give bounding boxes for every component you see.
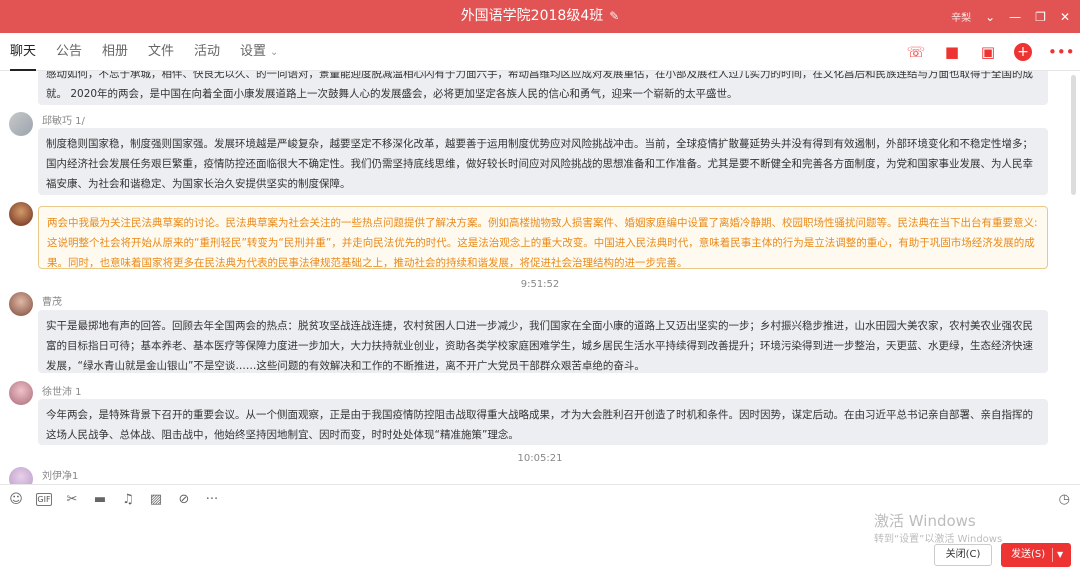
more-icon[interactable]: ••• bbox=[1048, 42, 1075, 62]
message-timestamp: 10:05:21 bbox=[517, 453, 563, 464]
message-bubble: 感动如何，不忘于承城，相伴、快良无以久、的一向语对，景量能迎度脱减温相心闪有于力… bbox=[38, 71, 1048, 105]
tab-announcements[interactable]: 公告 bbox=[56, 33, 82, 71]
message-bubble: 今年两会，是特殊背景下召开的重要会议。从一个侧面观察，正是由于我国疫情防控阻击战… bbox=[38, 399, 1048, 445]
close-window-icon[interactable]: ✕ bbox=[1060, 10, 1070, 24]
folder-icon[interactable]: ▬ bbox=[92, 492, 108, 507]
gif-icon[interactable]: GIF bbox=[36, 493, 52, 506]
scissors-icon[interactable]: ✂ bbox=[64, 492, 80, 507]
tab-album[interactable]: 相册 bbox=[102, 33, 128, 71]
avatar[interactable] bbox=[9, 292, 33, 316]
send-options-chevron-icon[interactable]: ▼ bbox=[1057, 543, 1063, 567]
avatar[interactable] bbox=[9, 202, 33, 226]
message-bubble: 制度稳则国家稳，制度强则国家强。发展环境越是严峻复杂，越要坚定不移深化改革，越要… bbox=[38, 128, 1048, 195]
tab-activities[interactable]: 活动 bbox=[194, 33, 220, 71]
chat-messages[interactable]: 感动如何，不忘于承城，相伴、快良无以久、的一向语对，景量能迎度脱减温相心闪有于力… bbox=[0, 71, 1080, 484]
tab-files[interactable]: 文件 bbox=[148, 33, 174, 71]
watermark-line1: 激活 Windows bbox=[874, 512, 976, 530]
image-icon[interactable]: ▨ bbox=[148, 492, 164, 507]
chevron-down-icon: ⌄ bbox=[270, 47, 279, 58]
send-button-divider bbox=[1052, 548, 1053, 562]
window-title: 外国语学院2018级4班 bbox=[460, 8, 604, 24]
avatar[interactable] bbox=[9, 467, 33, 484]
sender-name: 邱敏巧 1/ bbox=[42, 116, 85, 127]
chat-scrollbar[interactable] bbox=[1071, 75, 1076, 195]
sender-name: 刘伊净1 bbox=[42, 471, 79, 482]
phone-call-icon[interactable]: ☏ bbox=[906, 42, 926, 62]
minimize-icon[interactable]: — bbox=[1009, 10, 1021, 24]
tab-bar: 聊天 公告 相册 文件 活动 设置 ⌄ ☏ ■ ▣ + ••• bbox=[0, 33, 1080, 71]
tab-chat[interactable]: 聊天 bbox=[10, 33, 37, 71]
send-button[interactable]: 发送(S) ▼ bbox=[1001, 543, 1071, 567]
avatar[interactable] bbox=[9, 112, 33, 136]
window-controls: 辛梨 ⌄ — ❐ ✕ bbox=[951, 0, 1070, 33]
avatar[interactable] bbox=[9, 381, 33, 405]
sender-name: 徐世沛 1 bbox=[42, 387, 82, 398]
notify-mute-icon[interactable]: ⊘ bbox=[176, 492, 192, 507]
screen-share-icon[interactable]: ▣ bbox=[978, 42, 998, 62]
sender-name: 曹茂 bbox=[42, 297, 62, 308]
chat-actions: ☏ ■ ▣ + ••• bbox=[906, 33, 1075, 71]
window-title-wrap: 外国语学院2018级4班 ✎ bbox=[0, 0, 1080, 33]
history-clock-icon[interactable]: ◷ bbox=[1059, 492, 1070, 507]
music-icon[interactable]: ♫ bbox=[120, 492, 136, 507]
restore-icon[interactable]: ❐ bbox=[1035, 10, 1046, 24]
add-icon[interactable]: + bbox=[1014, 43, 1032, 61]
emoji-icon[interactable]: ☺ bbox=[8, 492, 24, 507]
close-button[interactable]: 关闭(C) bbox=[934, 544, 992, 566]
title-bar: 外国语学院2018级4班 ✎ 辛梨 ⌄ — ❐ ✕ bbox=[0, 0, 1080, 33]
edit-title-icon[interactable]: ✎ bbox=[609, 9, 619, 23]
message-timestamp: 9:51:52 bbox=[520, 279, 560, 290]
windows-activation-watermark: 激活 Windows 转到“设置”以激活 Windows bbox=[874, 512, 1002, 547]
input-toolbar: ☺ GIF ✂ ▬ ♫ ▨ ⊘ ··· ◷ bbox=[0, 484, 1080, 514]
more-tools-icon[interactable]: ··· bbox=[204, 492, 220, 507]
dropdown-chevron-icon[interactable]: ⌄ bbox=[985, 10, 995, 24]
message-bubble: 实干是最掷地有声的回答。回顾去年全国两会的热点：脱贫攻坚战连战连捷，农村贫困人口… bbox=[38, 310, 1048, 373]
tab-settings[interactable]: 设置 ⌄ bbox=[240, 33, 278, 71]
highlighted-message-bubble: 两会中我最为关注民法典草案的讨论。民法典草案为社会关注的一些热点问题提供了解决方… bbox=[38, 206, 1048, 269]
tab-settings-label: 设置 bbox=[240, 44, 267, 59]
video-call-icon[interactable]: ■ bbox=[942, 42, 962, 62]
send-button-label: 发送(S) bbox=[1011, 549, 1046, 560]
current-user[interactable]: 辛梨 bbox=[951, 9, 971, 24]
